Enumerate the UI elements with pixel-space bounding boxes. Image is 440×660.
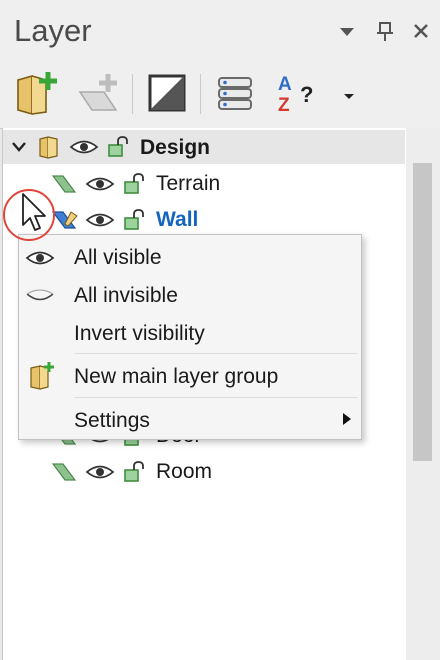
new-layer-button[interactable] xyxy=(74,68,124,118)
layer-properties-button[interactable] xyxy=(142,68,192,118)
menu-item-label: All visible xyxy=(74,246,162,269)
folder-add-icon xyxy=(30,362,54,390)
eye-icon[interactable] xyxy=(85,211,115,229)
layer-icon xyxy=(51,463,77,481)
svg-text:Z: Z xyxy=(278,95,290,116)
dropdown-arrow-icon[interactable] xyxy=(334,18,360,44)
context-menu: All visible All invisible Invert visibil… xyxy=(18,234,362,440)
eye-icon[interactable] xyxy=(69,138,99,156)
menu-item-label: Invert visibility xyxy=(74,322,205,345)
toolbar-separator xyxy=(200,74,201,114)
toolbar-separator xyxy=(132,74,133,114)
eye-closed-icon xyxy=(26,289,54,301)
layer-icon xyxy=(51,211,78,229)
tree-row-label: Room xyxy=(156,460,213,483)
menu-item-new-main-layer-group[interactable]: New main layer group xyxy=(19,357,361,395)
mouse-cursor-icon xyxy=(22,193,46,231)
panel-title: Layer xyxy=(14,13,92,48)
tree-row-label: Terrain xyxy=(156,172,221,195)
tree-row[interactable]: Wall xyxy=(3,202,405,236)
tree-root-row[interactable]: Design xyxy=(3,130,405,164)
sort-az-icon: A Z ? xyxy=(278,74,313,116)
layer-add-icon xyxy=(78,74,118,111)
tree-scrollbar-thumb[interactable] xyxy=(413,163,432,461)
menu-item-all-visible[interactable]: All visible xyxy=(19,238,361,276)
svg-text:A: A xyxy=(278,74,292,95)
toolbar: A Z ? xyxy=(0,62,440,129)
toolbar-dropdown-button[interactable] xyxy=(336,68,362,118)
folder-add-icon xyxy=(17,72,57,116)
contrast-square-icon xyxy=(148,74,186,112)
menu-item-invert-visibility[interactable]: Invert visibility xyxy=(19,314,361,352)
tree-row[interactable]: Room xyxy=(3,454,405,488)
chevron-down-icon[interactable] xyxy=(11,139,27,155)
tree-row[interactable]: Terrain xyxy=(3,166,405,200)
database-stack-icon xyxy=(218,77,252,110)
layer-list-button[interactable] xyxy=(210,68,260,118)
menu-item-settings[interactable]: Settings xyxy=(19,401,361,439)
folder-icon xyxy=(39,136,58,159)
sort-az-button[interactable]: A Z ? xyxy=(272,68,322,118)
chevron-down-icon xyxy=(344,94,354,99)
menu-item-label: New main layer group xyxy=(74,365,279,388)
menu-separator xyxy=(74,397,358,398)
eye-icon xyxy=(25,251,55,265)
new-layer-group-button[interactable] xyxy=(12,68,62,118)
tree-row-label: Wall xyxy=(156,208,199,231)
lock-open-icon[interactable] xyxy=(107,136,131,158)
svg-text:?: ? xyxy=(300,82,313,107)
panel-header: Layer xyxy=(0,0,440,62)
tree-root-label: Design xyxy=(140,136,211,159)
lock-open-icon[interactable] xyxy=(123,209,147,231)
menu-item-all-invisible[interactable]: All invisible xyxy=(19,276,361,314)
eye-icon[interactable] xyxy=(85,175,115,193)
pin-icon[interactable] xyxy=(372,18,398,44)
close-icon[interactable] xyxy=(408,18,434,44)
submenu-arrow-icon xyxy=(343,413,351,425)
menu-separator xyxy=(74,353,358,354)
menu-item-label: All invisible xyxy=(74,284,178,307)
lock-open-icon[interactable] xyxy=(123,173,147,195)
eye-icon[interactable] xyxy=(85,463,115,481)
lock-open-icon[interactable] xyxy=(123,461,147,483)
layer-icon xyxy=(51,175,77,193)
menu-item-label: Settings xyxy=(74,409,150,432)
